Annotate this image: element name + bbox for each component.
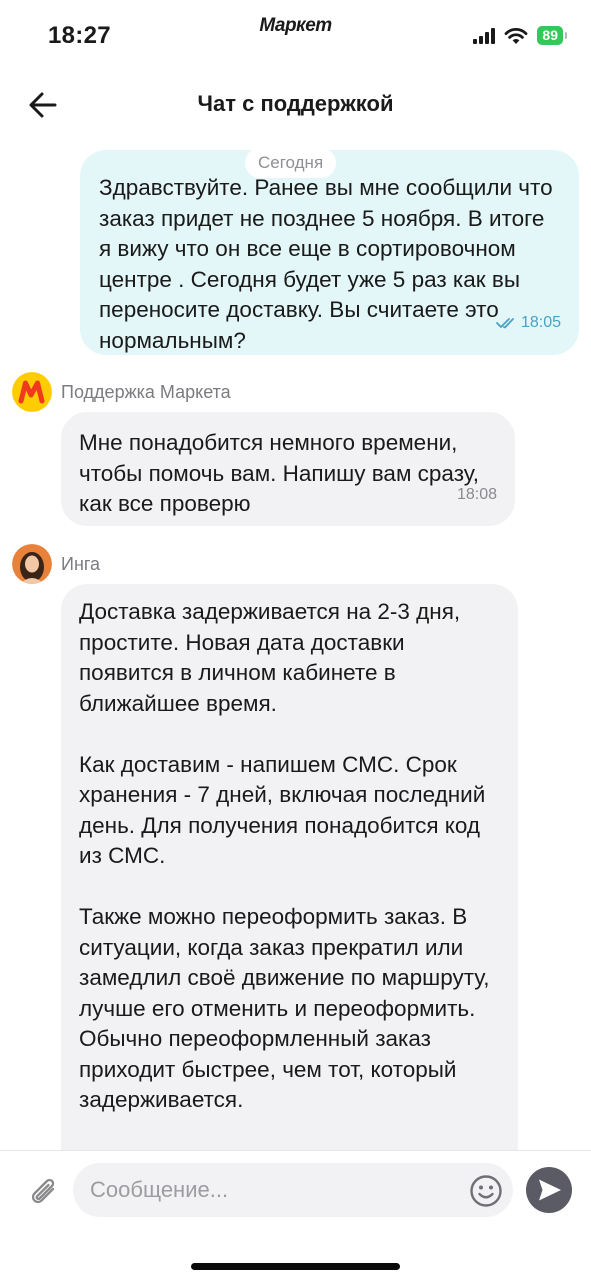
sender-name: Инга — [61, 553, 101, 574]
message-input[interactable] — [73, 1163, 513, 1217]
message-time: 18:08 — [456, 485, 497, 503]
message-paragraph: Также можно переоформить заказ. В ситуац… — [79, 904, 490, 1112]
chat-messages[interactable]: Сегодня Здравствуйте. Ранее вы мне сообщ… — [0, 140, 591, 1150]
page-title: Чат с поддержкой — [197, 91, 394, 116]
message-composer — [0, 1150, 591, 1281]
send-button[interactable] — [526, 1167, 572, 1213]
sender-name: Поддержка Маркета — [61, 381, 231, 402]
incoming-message[interactable]: Мне понадобится немного времени, чтобы п… — [61, 412, 515, 526]
signal-icon — [473, 27, 496, 44]
message-time: 18:05 — [520, 313, 561, 331]
home-indicator — [191, 1263, 400, 1270]
message-meta: 18:05 — [496, 308, 561, 339]
operator-avatar — [12, 544, 52, 584]
chat-header: Чат с поддержкой — [0, 70, 591, 140]
status-icons: 89 — [473, 26, 567, 45]
send-icon — [539, 1179, 561, 1201]
paperclip-icon[interactable] — [24, 1173, 64, 1213]
message-text: Здравствуйте. Ранее вы мне сообщили что … — [99, 175, 553, 353]
market-logo-icon — [12, 372, 52, 412]
wifi-icon — [505, 27, 528, 44]
double-check-icon — [496, 317, 514, 329]
battery-icon: 89 — [537, 26, 567, 45]
message-paragraph: Как доставим - напишем СМС. Срок хранени… — [79, 751, 486, 869]
status-bar: 18:27 Маркет 89 — [0, 0, 591, 70]
sender-support: Поддержка Маркета — [12, 372, 231, 412]
date-separator: Сегодня — [245, 148, 337, 178]
message-text: Мне понадобится немного времени, чтобы п… — [79, 430, 480, 516]
smiley-icon[interactable] — [469, 1174, 503, 1208]
message-paragraph: Доставка задерживается на 2-3 дня, прост… — [79, 599, 461, 716]
outgoing-message[interactable]: Здравствуйте. Ранее вы мне сообщили что … — [80, 150, 579, 355]
sender-operator: Инга — [12, 544, 100, 584]
incoming-message[interactable]: Доставка задерживается на 2-3 дня, прост… — [61, 584, 518, 1150]
